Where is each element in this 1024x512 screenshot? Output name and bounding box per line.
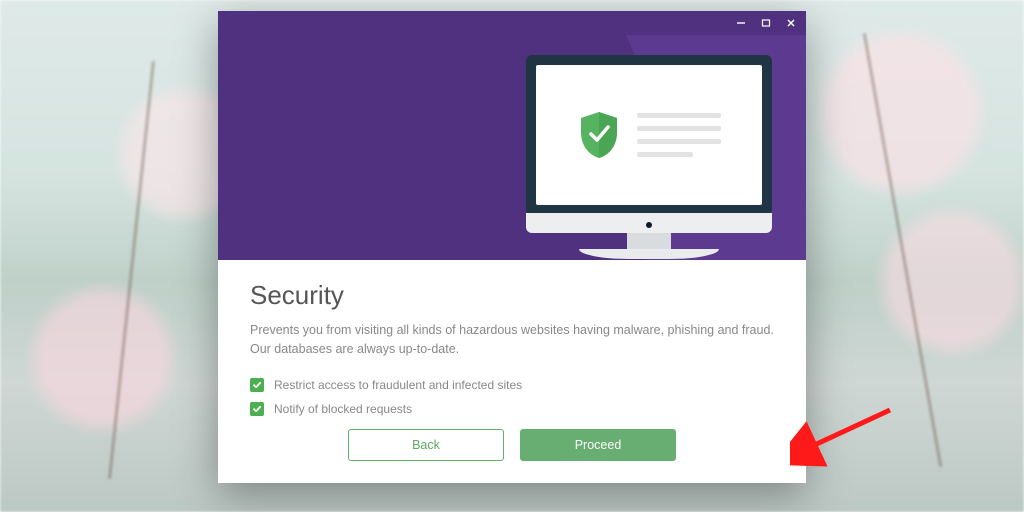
installer-window: Security Prevents you from visiting all … [218, 11, 806, 483]
checkbox-checked-icon[interactable] [250, 378, 264, 392]
checkbox-checked-icon[interactable] [250, 402, 264, 416]
placeholder-lines [637, 113, 721, 157]
options-list: Restrict access to fraudulent and infect… [250, 378, 774, 416]
page-description: Prevents you from visiting all kinds of … [250, 321, 774, 360]
maximize-button[interactable] [760, 18, 771, 29]
footer-buttons: Back Proceed [218, 429, 806, 461]
content-panel: Security Prevents you from visiting all … [218, 260, 806, 416]
proceed-button[interactable]: Proceed [520, 429, 676, 461]
monitor-illustration [526, 55, 772, 259]
option-restrict-access[interactable]: Restrict access to fraudulent and infect… [250, 378, 774, 392]
shield-check-icon [577, 110, 621, 160]
option-notify-blocked[interactable]: Notify of blocked requests [250, 402, 774, 416]
window-titlebar [218, 11, 806, 35]
hero-panel [218, 35, 806, 260]
back-button[interactable]: Back [348, 429, 504, 461]
page-title: Security [250, 280, 774, 311]
close-button[interactable] [785, 18, 796, 29]
minimize-button[interactable] [735, 18, 746, 29]
option-label: Restrict access to fraudulent and infect… [274, 378, 522, 392]
option-label: Notify of blocked requests [274, 402, 412, 416]
